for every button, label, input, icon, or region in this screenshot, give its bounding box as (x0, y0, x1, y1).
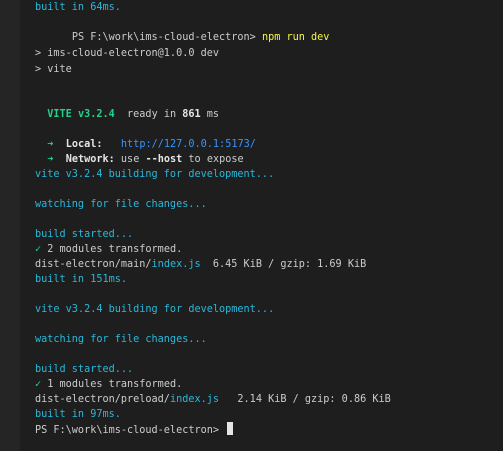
watching-line-2: watching for file changes... (35, 334, 207, 345)
shell-prompt: PS F:\work\ims-cloud-electron> (35, 425, 220, 436)
checkmark-icon: ✓ (35, 379, 42, 390)
watching-line-1: watching for file changes... (35, 199, 207, 210)
checkmark-icon: ✓ (35, 244, 42, 255)
building-line-1: vite v3.2.4 building for development... (35, 169, 275, 180)
built-line-1: built in 151ms. (35, 274, 128, 285)
vite-ready-label: ready in (127, 109, 183, 120)
file-size-1: 6.45 KiB / gzip: 1.69 KiB (200, 259, 367, 270)
typed-command: npm run dev (261, 32, 330, 43)
file-line-2: dist-electron/preload/index.js 2.14 KiB … (35, 392, 391, 407)
network-text-post: to expose (182, 154, 244, 165)
vite-version: VITE v3.2.4 (47, 109, 115, 120)
editor-gutter (0, 0, 20, 451)
vite-ready-ms: 861 (182, 109, 201, 120)
network-label: Network: (65, 154, 115, 165)
terminal-window: built in 64ms. PS F:\work\ims-cloud-elec… (0, 0, 503, 451)
build-started-line-1: build started... (35, 229, 134, 240)
build-started-line-2: build started... (35, 364, 134, 375)
local-url-line: ➜ Local: http://127.0.0.1:5173/ (35, 137, 256, 152)
file-dir-1: dist-electron/main/ (35, 259, 152, 270)
built-line-2: built in 97ms. (35, 409, 121, 420)
file-size-2: 2.14 KiB / gzip: 0.86 KiB (219, 394, 391, 405)
network-text-pre: use (120, 154, 146, 165)
local-url-link[interactable]: http://127.0.0.1:5173/ (121, 139, 256, 150)
text-cursor (227, 422, 234, 435)
vite-ready-line: VITE v3.2.4 ready in 861 ms (35, 107, 219, 122)
transformed-line-2: ✓ 1 modules transformed. (35, 377, 182, 392)
shell-prompt: PS F:\work\ims-cloud-electron> (71, 32, 256, 43)
transformed-text-1: 2 modules transformed. (47, 244, 183, 255)
file-dir-2: dist-electron/preload/ (35, 394, 170, 405)
command-line: PS F:\work\ims-cloud-electron> npm run d… (35, 15, 330, 43)
network-line: ➜ Network: use --host to expose (35, 152, 244, 167)
output-line-script-name: > ims-cloud-electron@1.0.0 dev (35, 48, 220, 59)
transformed-line-1: ✓ 2 modules transformed. (35, 242, 182, 257)
transformed-text-2: 1 modules transformed. (47, 379, 183, 390)
arrow-right-icon: ➜ (47, 154, 54, 165)
local-label: Local: (65, 139, 103, 150)
vite-ready-unit: ms (200, 109, 220, 120)
arrow-right-icon: ➜ (47, 139, 54, 150)
building-line-2: vite v3.2.4 building for development... (35, 304, 275, 315)
file-name-1: index.js (151, 259, 201, 270)
current-prompt-line[interactable]: PS F:\work\ims-cloud-electron> (35, 422, 234, 437)
network-host-flag: --host (145, 154, 183, 165)
output-line-built-64ms: built in 64ms. (35, 2, 121, 13)
file-name-2: index.js (169, 394, 220, 405)
output-line-script-cmd: > vite (35, 64, 72, 75)
terminal-output[interactable]: built in 64ms. PS F:\work\ims-cloud-elec… (35, 0, 503, 451)
file-line-1: dist-electron/main/index.js 6.45 KiB / g… (35, 257, 366, 272)
